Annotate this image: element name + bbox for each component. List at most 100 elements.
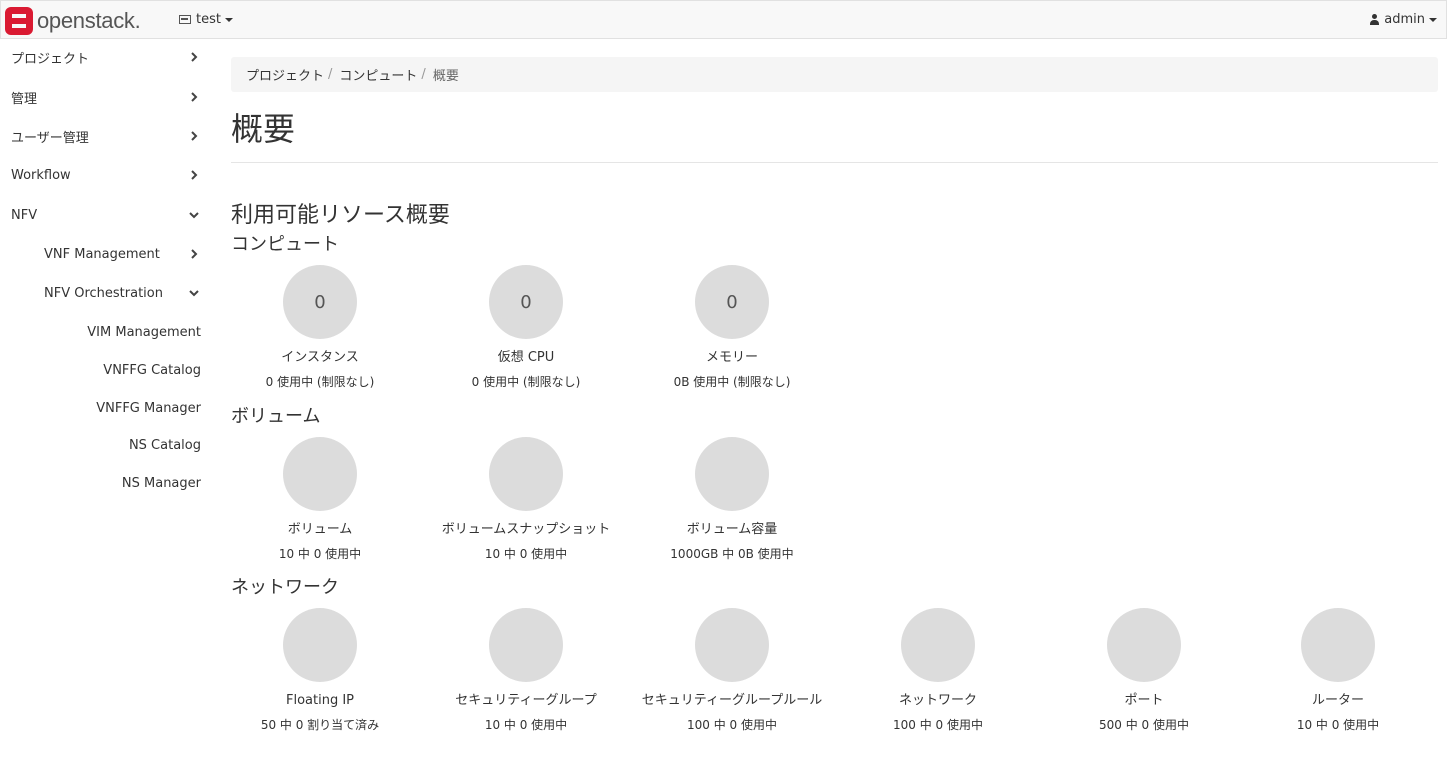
sidebar-item-label: プロジェクト	[11, 51, 90, 67]
pie-chart	[283, 608, 357, 682]
pie-label: ボリュームスナップショット	[441, 522, 611, 537]
sidebar-item-identity[interactable]: ユーザー管理	[0, 118, 215, 154]
openstack-logo[interactable]: openstack.	[5, 6, 141, 35]
top-navbar: openstack. test admin	[0, 0, 1447, 39]
pie-chart	[1107, 608, 1181, 682]
sidebar-item-label: Workflow	[11, 167, 71, 183]
group-title-network: ネットワーク	[231, 577, 339, 598]
sidebar-item-label: NFV	[11, 207, 38, 223]
sidebar-item-vim-management[interactable]: VIM Management	[0, 314, 215, 350]
chevron-right-icon	[189, 249, 199, 259]
sidebar-item-label: NFV Orchestration	[44, 285, 163, 301]
sidebar-item-label: ユーザー管理	[11, 130, 89, 146]
pie-chart: 0	[283, 265, 357, 339]
pie-label: ボリューム容量	[686, 522, 778, 537]
chevron-right-icon	[189, 92, 199, 102]
pie-security-groups: セキュリティーグループ 10 中 0 使用中	[423, 608, 629, 734]
pie-routers: ルーター 10 中 0 使用中	[1235, 608, 1441, 734]
sidebar-item-vnffg-manager[interactable]: VNFFG Manager	[0, 390, 215, 426]
pie-security-group-rules: セキュリティーグループルール 100 中 0 使用中	[629, 608, 835, 734]
section-title: 利用可能リソース概要	[231, 203, 450, 228]
sidebar-item-label: VNFFG Manager	[96, 400, 201, 416]
pie-chart	[1301, 608, 1375, 682]
breadcrumb-separator: /	[421, 67, 426, 82]
sidebar-item-label: VNFFG Catalog	[103, 362, 201, 378]
pie-memory: 0 メモリー 0B 使用中 (制限なし)	[629, 265, 835, 391]
pie-label: Floating IP	[285, 693, 354, 708]
sidebar-item-project[interactable]: プロジェクト	[0, 39, 215, 75]
pie-usage: 10 中 0 使用中	[484, 547, 568, 561]
pie-usage: 100 中 0 使用中	[893, 718, 983, 732]
pie-chart	[901, 608, 975, 682]
title-divider	[231, 162, 1438, 163]
sidebar-item-ns-catalog[interactable]: NS Catalog	[0, 427, 215, 463]
pie-usage: 50 中 0 割り当て済み	[260, 718, 380, 732]
breadcrumb-item-project[interactable]: プロジェクト	[246, 65, 324, 84]
user-icon	[1370, 14, 1380, 25]
pie-instances: 0 インスタンス 0 使用中 (制限なし)	[217, 265, 423, 391]
pie-floating-ip: Floating IP 50 中 0 割り当て済み	[217, 608, 423, 734]
project-name: test	[196, 12, 221, 27]
pie-label: ネットワーク	[898, 693, 977, 708]
pie-usage: 10 中 0 使用中	[278, 547, 362, 561]
sidebar-item-vnf-management[interactable]: VNF Management	[0, 236, 215, 272]
sidebar-item-label: NS Catalog	[128, 437, 201, 453]
breadcrumb-separator: /	[328, 67, 333, 82]
sidebar-item-nfv-orchestration[interactable]: NFV Orchestration	[0, 275, 215, 311]
openstack-logo-icon	[5, 6, 33, 35]
breadcrumb-item-active: 概要	[432, 69, 459, 84]
sidebar-item-ns-manager[interactable]: NS Manager	[0, 465, 215, 501]
sidebar-item-workflow[interactable]: Workflow	[0, 157, 215, 193]
sidebar-item-label: VIM Management	[87, 324, 201, 340]
sidebar-item-vnffg-catalog[interactable]: VNFFG Catalog	[0, 352, 215, 388]
breadcrumb: プロジェクト / コンピュート / 概要	[231, 57, 1438, 92]
pie-label: セキュリティーグループ	[455, 693, 597, 708]
pie-usage: 0 使用中 (制限なし)	[265, 375, 375, 389]
pie-label: インスタンス	[281, 350, 359, 365]
page-title: 概要	[231, 110, 296, 148]
user-menu[interactable]: admin	[1370, 12, 1437, 27]
brand-text: openstack.	[37, 7, 141, 33]
sidebar-item-admin[interactable]: 管理	[0, 79, 215, 115]
pie-vcpu: 0 仮想 CPU 0 使用中 (制限なし)	[423, 265, 629, 391]
pie-volumes: ボリューム 10 中 0 使用中	[217, 437, 423, 563]
pie-label: メモリー	[705, 350, 758, 365]
pie-ports: ポート 500 中 0 使用中	[1041, 608, 1247, 734]
pie-networks: ネットワーク 100 中 0 使用中	[835, 608, 1041, 734]
pie-label: ボリューム	[287, 522, 353, 537]
pie-volume-storage: ボリューム容量 1000GB 中 0B 使用中	[629, 437, 835, 563]
pie-label: ルーター	[1311, 693, 1364, 708]
pie-chart	[489, 608, 563, 682]
pie-chart	[695, 437, 769, 511]
chevron-down-icon	[189, 210, 199, 220]
chevron-down-icon	[189, 288, 199, 298]
sidebar-item-label: NS Manager	[121, 475, 201, 491]
pie-chart: 0	[695, 265, 769, 339]
pie-volume-snapshots: ボリュームスナップショット 10 中 0 使用中	[423, 437, 629, 563]
pie-usage: 10 中 0 使用中	[1296, 718, 1380, 732]
pie-label: 仮想 CPU	[497, 350, 555, 365]
chevron-right-icon	[189, 131, 199, 141]
pie-label: ポート	[1124, 693, 1164, 708]
pie-usage: 500 中 0 使用中	[1099, 718, 1189, 732]
pie-usage: 100 中 0 使用中	[687, 718, 777, 732]
pie-usage: 10 中 0 使用中	[484, 718, 568, 732]
sidebar-item-label: 管理	[11, 91, 38, 107]
pie-chart	[695, 608, 769, 682]
sidebar-item-nfv[interactable]: NFV	[0, 197, 215, 233]
pie-usage: 0B 使用中 (制限なし)	[673, 375, 791, 389]
pie-chart: 0	[489, 265, 563, 339]
chevron-right-icon	[189, 52, 199, 62]
sidebar: プロジェクト 管理 ユーザー管理 Workflow NFV VNF Manage…	[0, 39, 215, 766]
project-selector[interactable]: test	[179, 12, 233, 27]
user-name: admin	[1384, 12, 1425, 27]
chevron-right-icon	[189, 170, 199, 180]
group-title-volume: ボリューム	[231, 406, 321, 427]
breadcrumb-item-compute[interactable]: コンピュート	[339, 65, 417, 84]
pie-chart	[489, 437, 563, 511]
group-title-compute: コンピュート	[231, 234, 339, 255]
pie-usage: 0 使用中 (制限なし)	[471, 375, 581, 389]
pie-label: セキュリティーグループルール	[641, 693, 823, 708]
sidebar-item-label: VNF Management	[44, 246, 160, 262]
pie-chart	[283, 437, 357, 511]
